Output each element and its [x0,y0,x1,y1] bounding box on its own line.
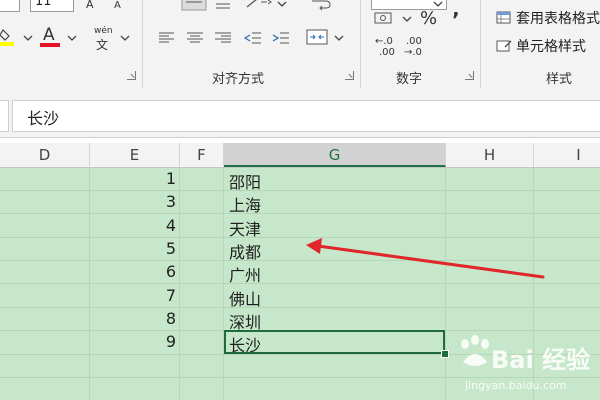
watermark-url: jingyan.baidu.com [465,379,567,392]
column-header-f[interactable]: F [180,143,224,167]
fill-color-dropdown-icon[interactable] [22,32,34,44]
decrease-indent-icon[interactable] [243,30,262,44]
phonetic-wen-label: wén [94,26,113,36]
accounting-dropdown-icon[interactable] [401,13,413,25]
fill-color-icon[interactable] [0,26,18,48]
decrease-decimal-top: .00 [406,36,422,47]
increase-decimal-bottom: .00 [379,47,395,58]
align-group-launcher-icon[interactable] [345,71,354,80]
font-color-icon[interactable]: A [40,24,62,48]
orientation-dropdown-icon[interactable] [276,0,288,10]
percent-style-button[interactable]: % [420,8,440,29]
fill-handle[interactable] [441,350,449,358]
cell-styles-label: 单元格样式 [516,39,586,55]
orientation-icon[interactable] [244,0,274,10]
cell-number[interactable]: 5 [136,239,176,258]
cell-number[interactable]: 4 [136,216,176,235]
cell-city[interactable]: 成都 [229,239,261,263]
decrease-font-icon[interactable]: A [112,0,126,11]
align-right-icon[interactable] [214,30,232,44]
name-box[interactable] [0,100,9,132]
ribbon-separator [360,0,361,88]
font-size-combo[interactable]: 11 [30,0,74,12]
increase-decimal-top: ←.0 [375,36,393,47]
cell-number[interactable]: 1 [136,169,176,188]
font-size-value: 11 [35,0,52,9]
column-header-e[interactable]: E [90,143,180,167]
formula-input[interactable]: 长沙 [12,100,600,132]
ribbon-separator [142,0,143,88]
font-color-dropdown-icon[interactable] [66,32,78,44]
grid-line [445,168,446,400]
cell-number[interactable]: 8 [136,309,176,328]
grid-line [89,168,90,400]
cell-styles-icon [496,38,512,57]
cell-city[interactable]: 天津 [229,216,261,240]
format-as-table-label: 套用表格格式 [516,11,600,27]
grid-line [0,260,600,261]
comma-style-button[interactable]: ’ [452,8,466,32]
grid-line [0,213,600,214]
phonetic-guide-button[interactable]: wén 文 [92,24,116,52]
font-name-combo[interactable] [0,0,20,12]
increase-font-icon[interactable]: A [84,0,98,11]
cell-number[interactable]: 3 [136,192,176,211]
cell-number[interactable]: 6 [136,262,176,281]
baidu-paw-icon [461,335,489,366]
column-header-g[interactable]: G [224,143,446,167]
grid-line [0,190,600,191]
align-center-icon[interactable] [186,30,204,44]
grid-line [179,168,180,400]
grid-line [0,307,600,308]
wrap-text-icon[interactable] [310,0,332,11]
accounting-format-icon[interactable] [373,10,399,28]
cell-city[interactable]: 上海 [229,192,261,216]
grid-line [223,168,224,400]
format-as-table-button[interactable]: 套用表格格式 [496,8,600,28]
cell-city[interactable]: 邵阳 [229,169,261,193]
column-header-h[interactable]: H [446,143,534,167]
number-group-launcher-icon[interactable] [465,71,474,80]
comma-symbol: ’ [452,8,460,32]
ribbon-separator [480,0,481,88]
active-cell-border[interactable] [224,330,445,354]
phonetic-dropdown-icon[interactable] [119,32,131,44]
align-middle-icon[interactable] [214,0,232,10]
percent-symbol: % [420,8,438,29]
align-group-label: 对齐方式 [212,72,265,87]
watermark-brand: Bai 经验 [491,346,591,374]
svg-text:A: A [114,0,121,11]
svg-text:A: A [86,0,94,11]
column-header-d[interactable]: D [0,143,90,167]
merge-dropdown-icon[interactable] [333,32,345,44]
cell-styles-button[interactable]: 单元格样式 [496,36,600,56]
font-group-launcher-icon[interactable] [127,71,136,80]
align-top-icon[interactable] [181,0,207,12]
grid-line [0,283,600,284]
grid-line [0,237,600,238]
table-format-icon [496,10,512,29]
decrease-decimal-bottom: →.0 [404,47,422,58]
decrease-decimal-button[interactable]: .00 →.0 [402,36,428,60]
increase-indent-icon[interactable] [272,30,290,44]
cell-city[interactable]: 广州 [229,262,261,286]
cell-city[interactable]: 佛山 [229,286,261,310]
column-header-row: D E F G H I [0,143,600,168]
increase-decimal-button[interactable]: ←.0 .00 [373,36,399,60]
cell-number[interactable]: 9 [136,332,176,351]
svg-text:A: A [43,25,55,45]
align-left-icon[interactable] [158,30,176,44]
watermark: Bai 经验 jingyan.baidu.com [455,326,600,400]
number-group-label: 数字 [396,72,423,87]
ribbon: 11 A A A wén 文 对齐方式 % ’ ←.0 .00 .00 →.0 … [0,0,600,93]
column-header-i[interactable]: I [534,143,600,167]
merge-center-icon[interactable] [306,28,328,46]
phonetic-wen-char: 文 [96,38,109,52]
style-group-label: 样式 [546,72,573,87]
cell-number[interactable]: 7 [136,286,176,305]
formula-value: 长沙 [27,109,60,128]
